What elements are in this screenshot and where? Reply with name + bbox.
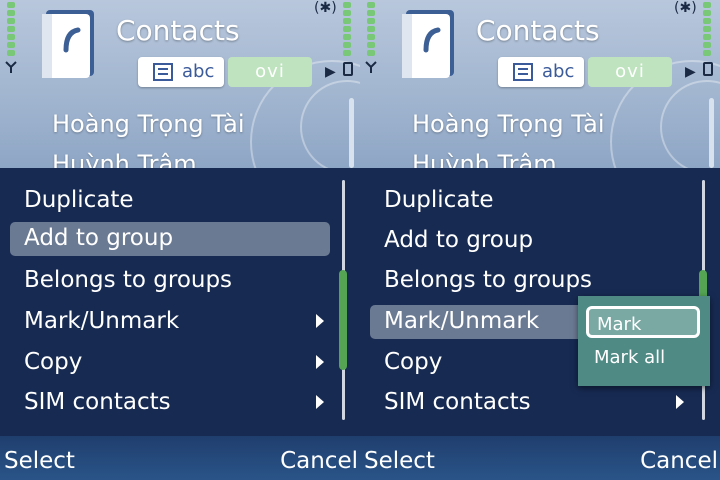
- contact-list-item[interactable]: Hoàng Trọng Tài: [52, 110, 245, 138]
- tab-next-arrow-icon[interactable]: ▶: [325, 64, 336, 80]
- menu-item-sim-contacts[interactable]: SIM contacts: [370, 386, 690, 420]
- menu-item-copy[interactable]: Copy: [10, 346, 330, 380]
- submenu-arrow-icon: [316, 314, 324, 328]
- submenu-arrow-icon: [676, 395, 684, 409]
- app-title: Contacts: [116, 14, 240, 47]
- contact-list-scrollbar[interactable]: [709, 98, 714, 168]
- tab-next-arrow-icon[interactable]: ▶: [685, 64, 696, 80]
- contact-list-scrollbar[interactable]: [349, 98, 354, 168]
- softkey-select[interactable]: Select: [364, 448, 435, 474]
- keypad-lock-icon: [343, 62, 353, 76]
- list-view-icon: [153, 63, 173, 81]
- contact-list-item[interactable]: Hoàng Trọng Tài: [412, 110, 605, 138]
- keypad-lock-icon: [703, 62, 713, 76]
- bluetooth-icon: (✱): [314, 0, 337, 16]
- app-title: Contacts: [476, 14, 600, 47]
- tab-abc[interactable]: abc: [498, 57, 584, 87]
- bluetooth-icon: (✱): [674, 0, 697, 16]
- signal-strength-icon: [364, 0, 378, 80]
- softkey-cancel[interactable]: Cancel: [280, 448, 358, 474]
- softkey-select[interactable]: Select: [4, 448, 75, 474]
- menu-item-add-to-group[interactable]: Add to group: [370, 224, 690, 258]
- menu-item-belongs-to-groups[interactable]: Belongs to groups: [370, 264, 690, 298]
- menu-item-sim-contacts[interactable]: SIM contacts: [10, 386, 330, 420]
- submenu-item-mark-all[interactable]: Mark all: [586, 342, 700, 374]
- screen-left: Contacts (✱) abc ovi ▶ Hoàng Trọng Tài H…: [0, 0, 360, 480]
- menu-item-duplicate[interactable]: Duplicate: [370, 184, 690, 218]
- tab-ovi-label: ovi: [255, 61, 285, 82]
- tab-abc-label: abc: [542, 61, 575, 82]
- softkey-cancel[interactable]: Cancel: [640, 448, 718, 474]
- contacts-book-icon: [400, 8, 458, 80]
- tab-ovi[interactable]: ovi: [228, 57, 312, 87]
- screen-right: Contacts (✱) abc ovi ▶ Hoàng Trọng Tài H…: [360, 0, 720, 480]
- menu-item-mark-unmark[interactable]: Mark/Unmark: [10, 305, 330, 339]
- list-view-icon: [513, 63, 533, 81]
- contacts-book-icon: [40, 8, 98, 80]
- tab-ovi[interactable]: ovi: [588, 57, 672, 87]
- tab-abc-label: abc: [182, 61, 215, 82]
- submenu-arrow-icon: [316, 355, 324, 369]
- menu-item-duplicate[interactable]: Duplicate: [10, 184, 330, 218]
- menu-item-belongs-to-groups[interactable]: Belongs to groups: [10, 264, 330, 298]
- tab-ovi-label: ovi: [615, 61, 645, 82]
- menu-item-add-to-group[interactable]: Add to group: [10, 222, 330, 256]
- menu-scrollbar-thumb[interactable]: [339, 270, 347, 370]
- tab-abc[interactable]: abc: [138, 57, 224, 87]
- mark-submenu: Mark Mark all: [578, 296, 710, 386]
- submenu-item-mark[interactable]: Mark: [586, 306, 700, 338]
- signal-strength-icon: [4, 0, 18, 80]
- submenu-arrow-icon: [316, 395, 324, 409]
